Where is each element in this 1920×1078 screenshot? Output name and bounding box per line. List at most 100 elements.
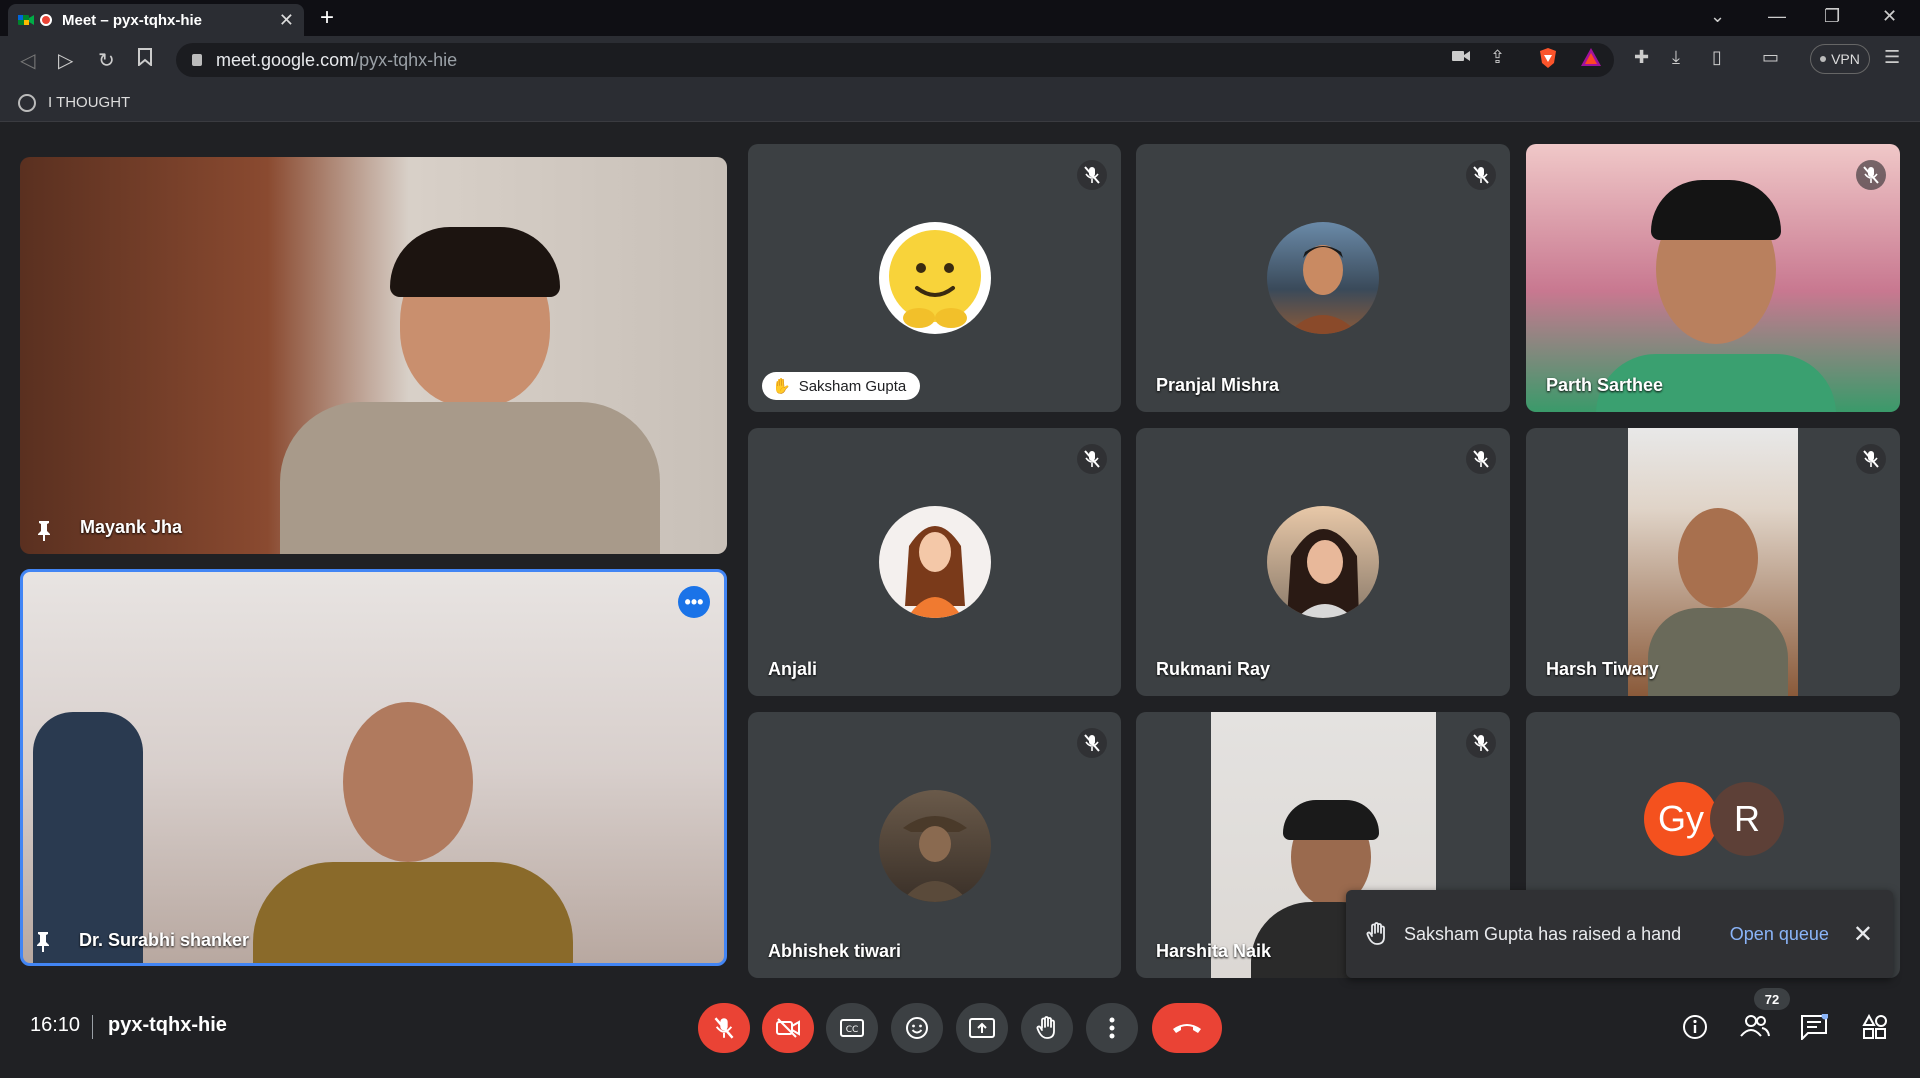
participant-name: Harshita Naik (1156, 941, 1272, 961)
avatar (878, 222, 991, 334)
participant-name: Anjali (768, 659, 818, 679)
camera-toggle-button[interactable] (762, 1003, 814, 1053)
share-icon[interactable]: ⇪ (1490, 47, 1505, 68)
toast-message: Saksham Gupta has raised a hand (1404, 923, 1682, 944)
participant-name: Harsh Tiwary (1546, 659, 1659, 679)
tab-strip: Meet – pyx-tqhx-hie ✕ + ⌄ — ❐ ✕ (0, 0, 1920, 36)
participants-count-badge: 72 (1754, 988, 1790, 1010)
end-call-icon (1173, 1024, 1201, 1033)
more-vertical-icon (1109, 1017, 1115, 1039)
participant-tile-surabhi[interactable]: ••• Dr. Surabhi shanker (20, 569, 727, 966)
participant-tile-anjali[interactable]: Anjali (748, 428, 1121, 696)
participant-tile-saksham[interactable]: ✋ Saksham Gupta (748, 144, 1121, 412)
new-tab-button[interactable]: + (320, 4, 334, 32)
participant-name: Abhishek tiwari (768, 941, 902, 961)
bookmark-icon[interactable] (138, 48, 152, 72)
svg-text:CC: CC (846, 1025, 859, 1035)
more-options-button[interactable]: ••• (678, 586, 710, 618)
avatar (1267, 222, 1379, 334)
participant-tile-mayank[interactable]: Mayank Jha (20, 157, 727, 554)
mic-off-icon (1077, 160, 1107, 190)
reload-icon[interactable]: ↻ (98, 48, 115, 73)
pin-icon[interactable] (36, 520, 52, 542)
reactions-button[interactable] (891, 1003, 943, 1053)
video-person-hair (1283, 800, 1379, 840)
extensions-icon[interactable]: ✚ (1634, 47, 1649, 68)
url-host: meet.google.com (216, 49, 355, 70)
mic-off-icon (1856, 160, 1886, 190)
participant-name: Saksham Gupta (798, 377, 907, 395)
address-bar: ◁ ▷ ↻ meet.google.com/pyx-tqhx-hie ⇪ ✚ ⤓… (0, 36, 1920, 84)
camera-indicator-icon[interactable] (1452, 47, 1470, 68)
downloads-icon[interactable]: ⤓ (1672, 47, 1680, 68)
present-button[interactable] (956, 1003, 1008, 1053)
restore-icon[interactable]: ❐ (1824, 6, 1840, 27)
toast-close-icon[interactable]: ✕ (1853, 920, 1873, 949)
emoji-icon (906, 1017, 928, 1039)
raise-hand-button[interactable] (1021, 1003, 1073, 1053)
more-options-button[interactable] (1086, 1003, 1138, 1053)
meet-favicon-icon (18, 12, 34, 28)
divider (92, 1015, 93, 1039)
mic-toggle-button[interactable] (698, 1003, 750, 1053)
mic-off-icon (1077, 444, 1107, 474)
participant-name: Mayank Jha (80, 517, 183, 537)
tab-close-icon[interactable]: ✕ (279, 10, 294, 31)
recording-indicator-icon (40, 14, 52, 26)
avatar (878, 790, 991, 902)
raise-hand-icon (1036, 1016, 1055, 1039)
wallet-icon[interactable]: ▭ (1762, 47, 1779, 68)
browser-tab-meet[interactable]: Meet – pyx-tqhx-hie ✕ (8, 4, 304, 36)
camera-off-icon (776, 1018, 800, 1038)
avatar-r: R (1710, 782, 1784, 856)
raised-hand-icon: ✋ (772, 378, 791, 395)
open-queue-button[interactable]: Open queue (1730, 924, 1829, 945)
participant-name: Dr. Surabhi shanker (79, 930, 250, 950)
lock-icon (192, 54, 202, 66)
vpn-button[interactable]: VPN (1810, 44, 1870, 74)
participant-tile-pranjal[interactable]: Pranjal Mishra (1136, 144, 1510, 412)
meeting-details-icon[interactable] (1682, 1014, 1708, 1047)
mic-off-icon (1466, 160, 1496, 190)
mic-off-icon (1856, 444, 1886, 474)
participant-name: Pranjal Mishra (1156, 375, 1280, 395)
participant-tile-abhishek[interactable]: Abhishek tiwari (748, 712, 1121, 978)
globe-icon (18, 93, 36, 112)
avatar (878, 506, 991, 618)
captions-button[interactable]: CC (826, 1003, 878, 1053)
brave-rewards-icon[interactable] (1580, 47, 1602, 72)
vpn-label: VPN (1831, 51, 1860, 67)
chat-icon[interactable] (1800, 1012, 1829, 1047)
video-background-person (33, 712, 143, 963)
tab-title: Meet – pyx-tqhx-hie (62, 11, 203, 29)
avatar-gy: Gy (1644, 782, 1718, 856)
sidebar-icon[interactable]: ▯ (1712, 47, 1722, 68)
activities-icon[interactable] (1862, 1013, 1888, 1047)
leave-call-button[interactable] (1152, 1003, 1222, 1053)
participant-tile-harsh[interactable]: Harsh Tiwary (1526, 428, 1900, 696)
avatar (1267, 506, 1379, 618)
back-icon[interactable]: ◁ (20, 48, 35, 73)
mic-off-icon (1466, 444, 1496, 474)
minimize-icon[interactable]: — (1768, 6, 1786, 27)
present-screen-icon (969, 1018, 995, 1038)
participant-name: Parth Sarthee (1546, 375, 1664, 395)
pin-icon[interactable] (35, 931, 51, 953)
video-person-body (1648, 608, 1788, 696)
bookmark-item[interactable]: I THOUGHT (48, 94, 130, 111)
participant-tile-rukmani[interactable]: Rukmani Ray (1136, 428, 1510, 696)
url-path: /pyx-tqhx-hie (354, 49, 458, 70)
brave-shield-icon[interactable] (1538, 47, 1558, 74)
raised-hand-toast: Saksham Gupta has raised a hand Open que… (1346, 890, 1893, 978)
people-icon[interactable] (1740, 1014, 1770, 1045)
video-feed (1628, 428, 1798, 696)
mic-off-icon (1077, 728, 1107, 758)
mic-off-icon (1466, 728, 1496, 758)
menu-icon[interactable]: ☰ (1884, 47, 1900, 68)
tab-search-chevron-icon[interactable]: ⌄ (1710, 6, 1725, 27)
forward-icon[interactable]: ▷ (58, 48, 73, 73)
video-person-face (343, 702, 473, 862)
participant-tile-parth[interactable]: Parth Sarthee (1526, 144, 1900, 412)
url-field[interactable]: meet.google.com/pyx-tqhx-hie (176, 43, 1614, 77)
window-close-icon[interactable]: ✕ (1882, 6, 1897, 27)
